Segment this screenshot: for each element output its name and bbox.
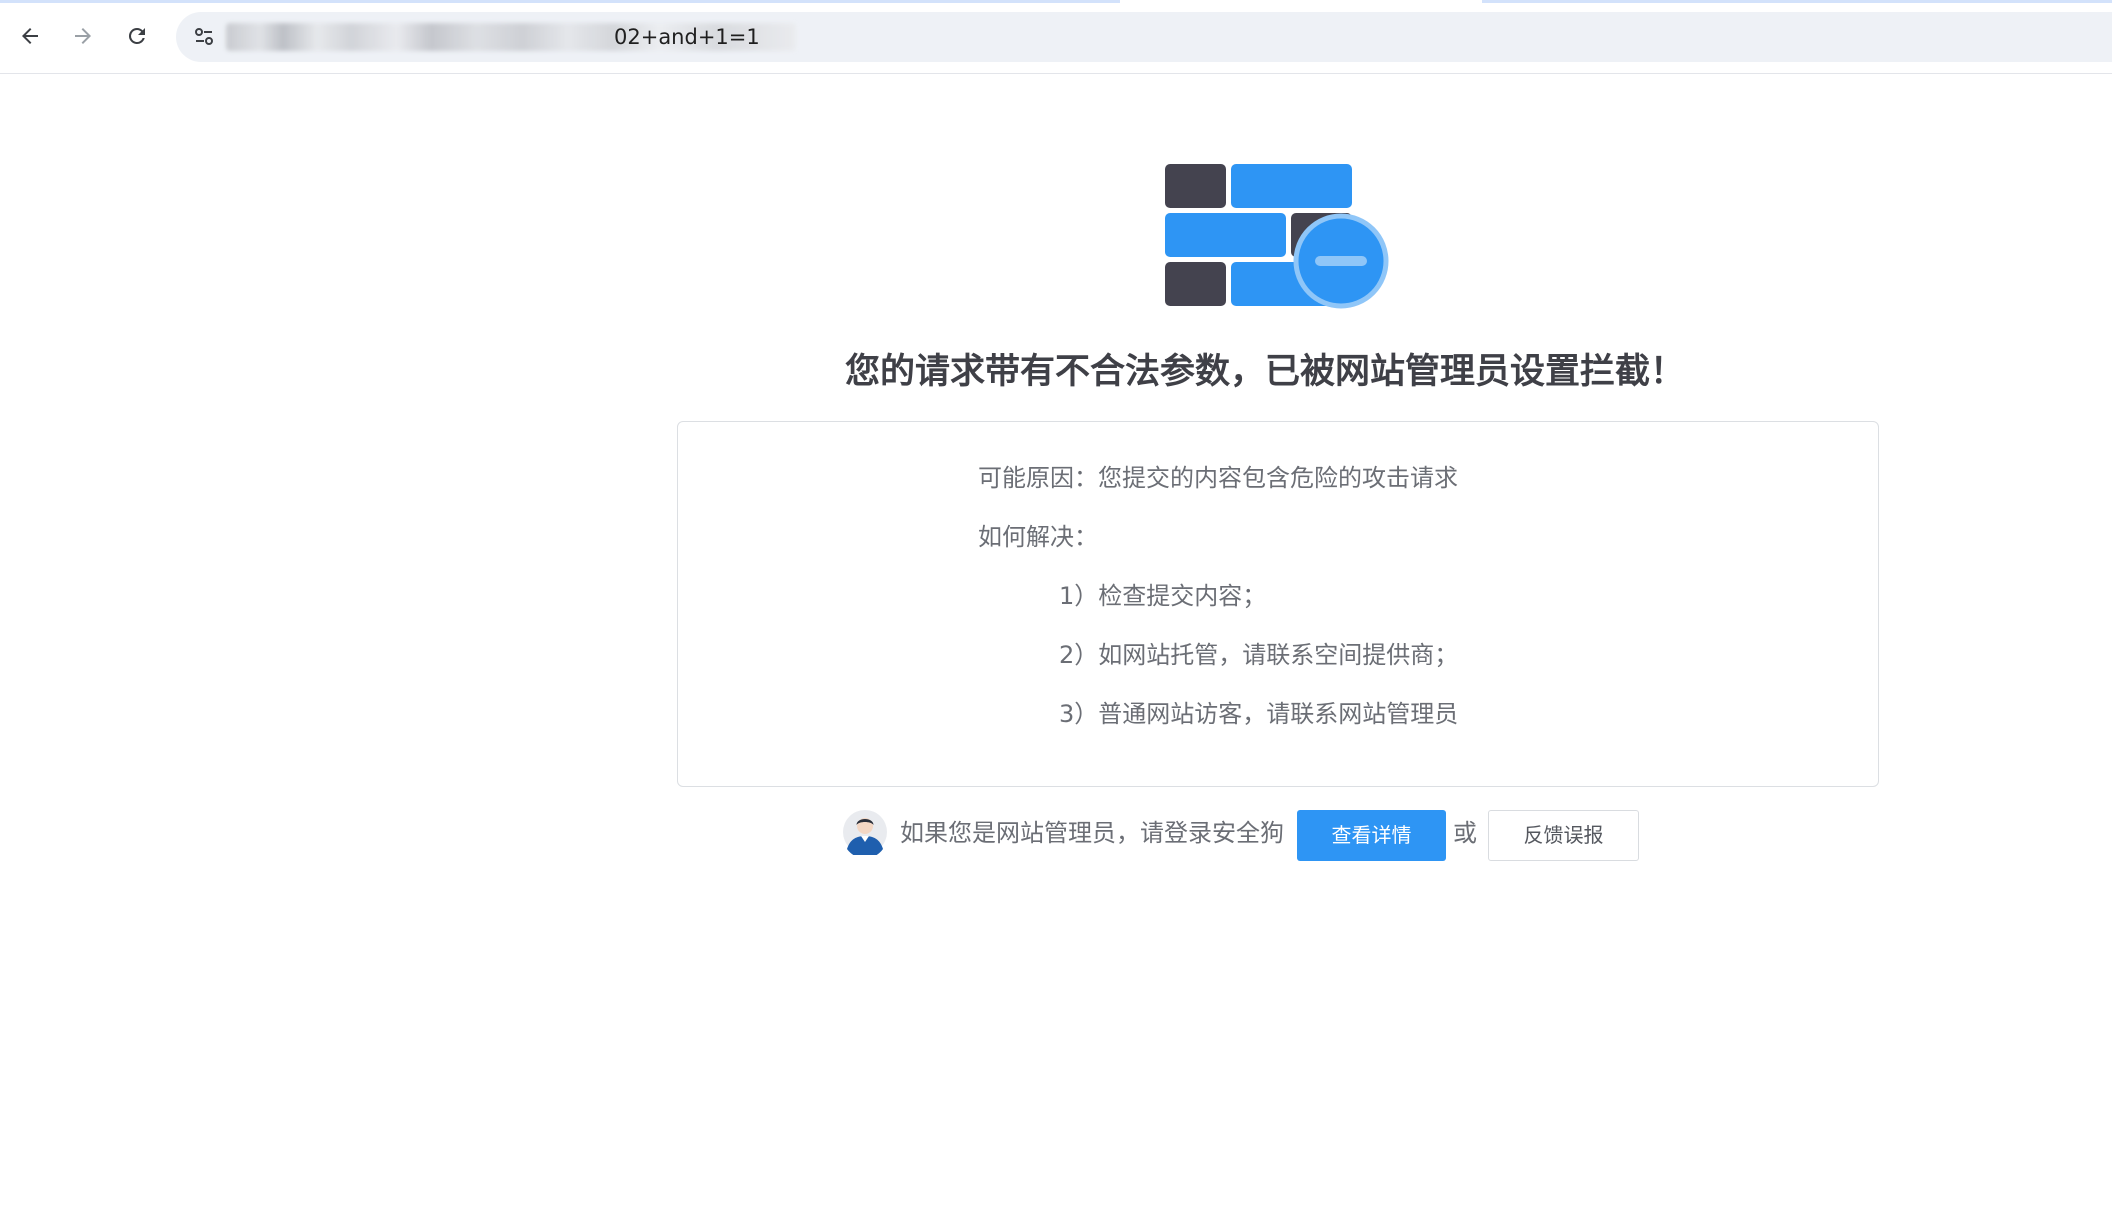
address-bar[interactable]: 02+and+1=1	[176, 12, 2112, 62]
fix-step: 2）如网站托管，请联系空间提供商；	[1059, 641, 1459, 669]
tune-icon	[195, 28, 213, 45]
how-to-fix-label: 如何解决：	[978, 523, 1098, 551]
or-separator: 或	[1453, 819, 1477, 847]
tab-strip-indicator	[1482, 0, 2112, 3]
info-panel: 可能原因：您提交的内容包含危险的攻击请求 如何解决： 1）检查提交内容； 2）如…	[677, 421, 1879, 787]
back-button[interactable]	[10, 16, 50, 56]
admin-avatar-icon	[843, 810, 887, 855]
reason-text: 可能原因：您提交的内容包含危险的攻击请求	[978, 464, 1458, 492]
site-info-button[interactable]	[190, 23, 218, 51]
reload-icon	[128, 27, 145, 44]
report-false-positive-button[interactable]: 反馈误报	[1488, 810, 1639, 861]
page-title: 您的请求带有不合法参数，已被网站管理员设置拦截！	[845, 352, 1686, 392]
reload-button[interactable]	[117, 16, 157, 56]
admin-prompt-text: 如果您是网站管理员，请登录安全狗	[900, 819, 1284, 847]
arrow-left-icon	[22, 28, 38, 44]
view-details-button[interactable]: 查看详情	[1297, 810, 1446, 861]
fix-step: 1）检查提交内容；	[1059, 582, 1267, 610]
firewall-block-icon	[1165, 164, 1389, 309]
fix-step: 3）普通网站访客，请联系网站管理员	[1059, 700, 1459, 728]
tab-strip-indicator	[0, 0, 1120, 3]
browser-toolbar: 02+and+1=1	[0, 0, 2112, 74]
forward-button[interactable]	[63, 16, 103, 56]
url-text: 02+and+1=1	[614, 25, 760, 49]
arrow-right-icon	[75, 28, 91, 44]
